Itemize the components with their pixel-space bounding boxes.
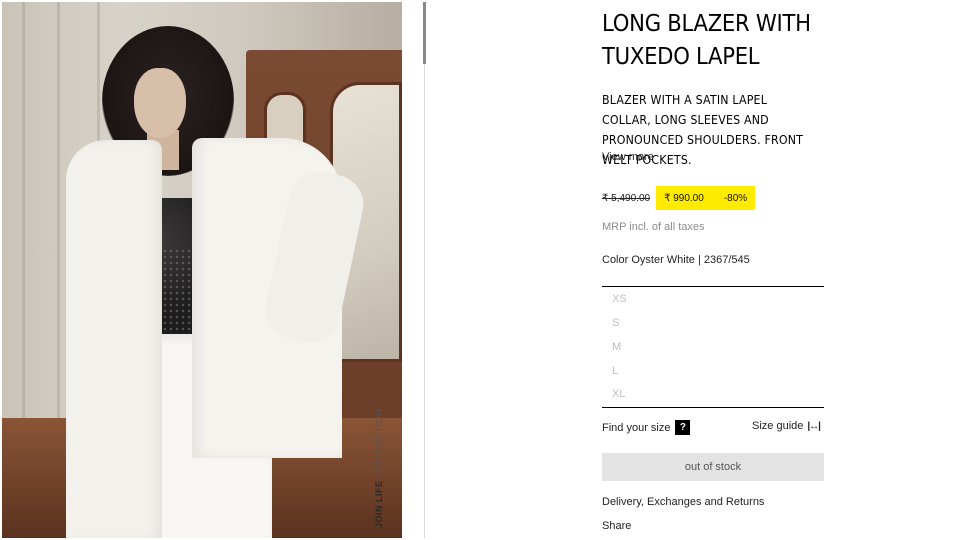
- find-your-size-label: Find your size: [602, 421, 671, 434]
- sale-price: ₹ 990.00: [664, 192, 704, 204]
- blazer-left-panel: [66, 140, 162, 538]
- size-option-l[interactable]: L: [612, 365, 618, 377]
- help-question-icon: ?: [675, 420, 691, 435]
- size-option-m[interactable]: M: [612, 341, 621, 353]
- price-row: ₹ 5,490.00 ₹ 990.00 -80%: [602, 186, 756, 210]
- size-option-s[interactable]: S: [612, 317, 619, 329]
- find-your-size-link[interactable]: Find your size ?: [602, 420, 691, 435]
- discount-percent: -80%: [723, 192, 748, 204]
- size-guide-link[interactable]: Size guide |↔|: [752, 420, 821, 432]
- sale-price-badge: ₹ 990.00 -80%: [656, 186, 756, 210]
- scroll-track[interactable]: [424, 2, 425, 538]
- original-price: ₹ 5,490.00: [602, 192, 651, 204]
- product-title: LONG BLAZER WITH TUXEDO LAPEL: [602, 11, 811, 70]
- join-life-label[interactable]: JOIN LIFE / COLLECTION: [374, 409, 384, 528]
- out-of-stock-button[interactable]: out of stock: [602, 453, 824, 481]
- mrp-note: MRP incl. of all taxes: [602, 221, 705, 233]
- view-more-link[interactable]: View more: [602, 151, 654, 163]
- scroll-thumb[interactable]: [423, 2, 426, 64]
- size-guide-label: Size guide: [752, 420, 804, 432]
- size-option-xl[interactable]: XL: [612, 388, 625, 400]
- size-selector: XS S M L XL: [602, 286, 824, 408]
- model-face: [134, 68, 186, 138]
- share-link[interactable]: Share: [602, 520, 631, 532]
- color-and-reference: Color Oyster White | 2367/545: [602, 254, 750, 266]
- delivery-exchanges-returns-link[interactable]: Delivery, Exchanges and Returns: [602, 496, 764, 508]
- ruler-icon: |↔|: [807, 420, 821, 432]
- size-option-xs[interactable]: XS: [612, 293, 627, 305]
- product-photo[interactable]: JOIN LIFE / COLLECTION: [2, 2, 402, 538]
